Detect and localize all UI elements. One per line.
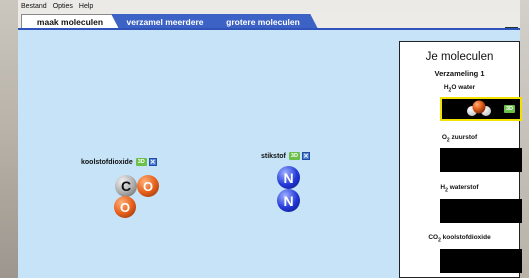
panel-title: Je moleculen: [425, 51, 494, 63]
molecule-label-n2: stikstof 3D ✕: [261, 152, 310, 160]
desktop-background-left: [0, 0, 18, 278]
collection-name: Verzameling 1: [434, 69, 485, 78]
menu-bestand[interactable]: Bestand: [21, 3, 47, 10]
slot-label-waterstof: H2 waterstof: [440, 184, 479, 194]
break-apart-icon[interactable]: ✕: [301, 152, 310, 160]
atom-n-top[interactable]: N: [277, 166, 300, 189]
molecule-name: koolstofdioxide: [81, 158, 133, 166]
app-window: Bestand Opties Help grotere moleculen ve…: [18, 0, 522, 278]
tab-grotere-moleculen[interactable]: grotere moleculen: [208, 14, 318, 29]
break-apart-icon[interactable]: ✕: [148, 158, 157, 166]
collection-slot-waterstof[interactable]: [440, 199, 522, 223]
collection-slot-water[interactable]: 3D: [440, 97, 522, 121]
slot-label-zuurstof: O2 zuurstof: [441, 134, 478, 144]
desktop-background-right: [520, 0, 529, 278]
atom-o-bottom[interactable]: O: [114, 196, 136, 218]
menu-bar: Bestand Opties Help: [18, 0, 520, 13]
atom-o-right[interactable]: O: [137, 175, 159, 197]
tab-verzamel-meerdere[interactable]: verzamel meerdere: [110, 14, 220, 29]
molecule-name: stikstof: [261, 152, 286, 160]
molecule-label-co2: koolstofdioxide 3D ✕: [81, 158, 157, 166]
atom-c[interactable]: C: [115, 175, 137, 197]
atom-n-bottom[interactable]: N: [277, 189, 300, 212]
slot-label-water: H2O water: [443, 84, 476, 94]
collection-panel: Je moleculen Verzameling 1 H2O water 3D …: [399, 41, 522, 278]
3d-view-button[interactable]: 3D: [135, 158, 147, 166]
3d-view-button[interactable]: 3D: [503, 105, 515, 113]
collection-slot-zuurstof[interactable]: [440, 148, 522, 172]
slot-label-koolstofdioxide: CO2 koolstofdioxide: [428, 234, 491, 244]
menu-help[interactable]: Help: [79, 3, 93, 10]
collection-slot-koolstofdioxide[interactable]: [440, 249, 522, 273]
tab-maak-moleculen[interactable]: maak moleculen: [21, 14, 119, 29]
3d-view-button[interactable]: 3D: [288, 152, 300, 160]
menu-opties[interactable]: Opties: [53, 3, 73, 10]
